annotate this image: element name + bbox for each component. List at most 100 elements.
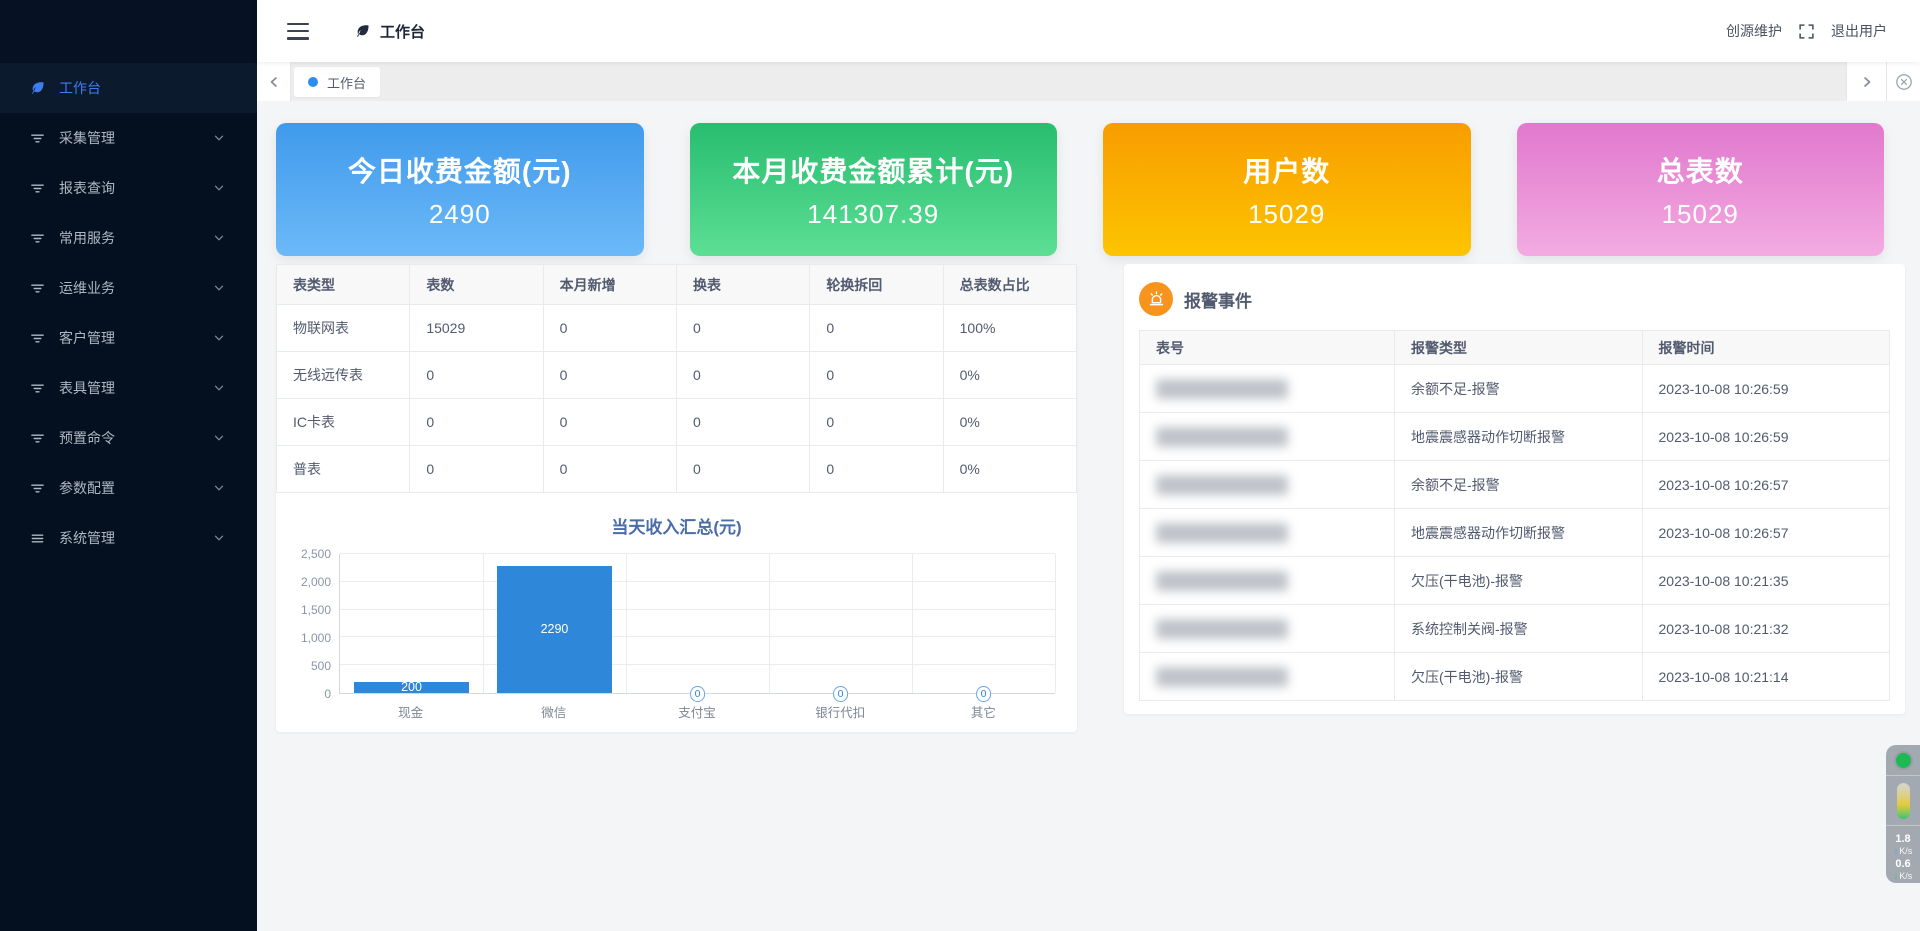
meter-column-header: 表数 (410, 265, 543, 305)
alarm-type-cell: 地震震感器动作切断报警 (1395, 509, 1643, 557)
topbar: 工作台 创源维护 退出用户 (257, 0, 1920, 62)
masked-meter-number (1156, 571, 1288, 591)
chart-bar: 200 (354, 682, 468, 693)
alarm-table-row: 余额不足-报警2023-10-08 10:26:57 (1140, 461, 1890, 509)
meter-cell: 0 (810, 352, 943, 399)
sidebar-item-1[interactable]: 采集管理 (0, 113, 257, 163)
maintainer-link[interactable]: 创源维护 (1726, 21, 1782, 41)
fullscreen-icon[interactable] (1798, 23, 1815, 40)
app-root: 工作台采集管理报表查询常用服务运维业务客户管理表具管理预置命令参数配置系统管理 … (0, 0, 1920, 931)
meter-table-row: 物联网表15029000100% (277, 305, 1077, 352)
meter-cell: IC卡表 (277, 399, 410, 446)
download-speed-value: 0.6 (1895, 857, 1910, 871)
alarm-time-cell: 2023-10-08 10:26:59 (1642, 365, 1890, 413)
alarm-events-panel: 报警事件 表号报警类型报警时间 余额不足-报警2023-10-08 10:26:… (1124, 264, 1905, 714)
alarm-type-cell: 欠压(干电池)-报警 (1395, 557, 1643, 605)
alarm-time-cell: 2023-10-08 10:26:57 (1642, 461, 1890, 509)
stat-card-title: 今日收费金额(元) (348, 150, 572, 190)
meter-cell: 普表 (277, 446, 410, 493)
sidebar-item-label: 参数配置 (59, 478, 115, 498)
tabbar: 工作台 (257, 62, 1920, 101)
main-area: 工作台 创源维护 退出用户 工作台 (257, 0, 1920, 931)
up-arrow-icon: ↑ (1894, 846, 1899, 857)
alarm-type-cell: 余额不足-报警 (1395, 365, 1643, 413)
gauge-pill-icon (1897, 783, 1910, 819)
tab-workbench[interactable]: 工作台 (294, 67, 380, 97)
download-speed-unit: ↓K/s (1894, 871, 1913, 882)
tabs-scroll-right-icon[interactable] (1846, 62, 1886, 101)
chart-bar: 2290 (497, 566, 611, 693)
sidebar-item-4[interactable]: 运维业务 (0, 263, 257, 313)
sidebar-item-3[interactable]: 常用服务 (0, 213, 257, 263)
sidebar-item-2[interactable]: 报表查询 (0, 163, 257, 213)
meter-cell: 0 (810, 399, 943, 446)
stat-card-value: 15029 (1248, 199, 1325, 230)
meter-column-header: 本月新增 (543, 265, 676, 305)
stat-card-0: 今日收费金额(元) 2490 (276, 123, 644, 256)
alarm-table-row: 地震震感器动作切断报警2023-10-08 10:26:57 (1140, 509, 1890, 557)
sidebar-item-7[interactable]: 预置命令 (0, 413, 257, 463)
meter-summary-panel: 表类型表数本月新增换表轮换拆回总表数占比 物联网表15029000100%无线远… (276, 264, 1077, 732)
tabs-scroll-left-icon[interactable] (257, 62, 291, 101)
filter-icon (30, 380, 46, 396)
chart-title: 当天收入汇总(元) (276, 513, 1077, 538)
net-gauge-section (1886, 775, 1920, 825)
chart-x-axis-labels: 现金微信支付宝银行代扣其它 (339, 702, 1055, 721)
net-speed-widget[interactable]: 1.8 ↑K/s 0.6 ↓K/s (1886, 745, 1920, 883)
sidebar-item-label: 报表查询 (59, 178, 115, 198)
sidebar-item-label: 客户管理 (59, 328, 115, 348)
sidebar-logo-area (0, 0, 257, 63)
tab-active-dot (308, 77, 318, 87)
sidebar: 工作台采集管理报表查询常用服务运维业务客户管理表具管理预置命令参数配置系统管理 (0, 0, 257, 931)
alarm-column-header: 报警时间 (1642, 331, 1890, 365)
meter-table-row: IC卡表00000% (277, 399, 1077, 446)
alarm-time-cell: 2023-10-08 10:26:59 (1642, 413, 1890, 461)
tabs-close-icon[interactable] (1886, 62, 1920, 101)
chart-bar-slot: 2290 (483, 554, 626, 693)
stat-card-1: 本月收费金额累计(元)141307.39 (690, 123, 1058, 256)
masked-meter-number (1156, 619, 1288, 639)
alarm-time-cell: 2023-10-08 10:26:57 (1642, 509, 1890, 557)
sidebar-item-8[interactable]: 参数配置 (0, 463, 257, 513)
tab-label: 工作台 (327, 73, 366, 92)
alarm-table-body: 余额不足-报警2023-10-08 10:26:59地震震感器动作切断报警202… (1140, 365, 1890, 701)
upload-speed-unit: ↑K/s (1894, 846, 1913, 857)
stat-card-value: 2490 (429, 199, 491, 230)
chart-y-tick-label: 2,500 (301, 547, 331, 561)
meter-cell: 0 (543, 352, 676, 399)
alarm-time-cell: 2023-10-08 10:21:32 (1642, 605, 1890, 653)
menu-collapse-icon[interactable] (287, 23, 309, 40)
alarm-table-row: 系统控制关阀-报警2023-10-08 10:21:32 (1140, 605, 1890, 653)
chart-gridline-v (1055, 554, 1056, 693)
page-title-group: 工作台 (355, 21, 425, 42)
chart-bar-slot: 0 (912, 554, 1055, 693)
chart-body: 2002290000 05001,0001,5002,0002,500 (339, 554, 1055, 694)
chart-x-tick-label: 现金 (339, 702, 482, 721)
meter-column-header: 表类型 (277, 265, 410, 305)
topbar-right: 创源维护 退出用户 (1726, 21, 1887, 41)
masked-meter-number (1156, 475, 1288, 495)
sidebar-item-0[interactable]: 工作台 (0, 63, 257, 113)
logout-link[interactable]: 退出用户 (1831, 21, 1887, 41)
meter-cell: 0% (943, 352, 1076, 399)
sidebar-item-6[interactable]: 表具管理 (0, 363, 257, 413)
status-dot-icon (1896, 753, 1911, 768)
sidebar-item-9[interactable]: 系统管理 (0, 513, 257, 563)
chart-x-tick-label: 支付宝 (625, 702, 768, 721)
sidebar-item-5[interactable]: 客户管理 (0, 313, 257, 363)
leaf-icon (30, 80, 46, 96)
masked-meter-number (1156, 667, 1288, 687)
chevron-down-icon (213, 532, 225, 544)
meter-cell: 0 (676, 352, 809, 399)
chart-y-tick-label: 1,000 (301, 631, 331, 645)
chevron-down-icon (213, 182, 225, 194)
meter-cell: 0 (676, 399, 809, 446)
chevron-down-icon (213, 232, 225, 244)
stat-card-2: 用户数15029 (1103, 123, 1471, 256)
chevron-down-icon (213, 432, 225, 444)
meter-cell: 物联网表 (277, 305, 410, 352)
alarm-table-row: 地震震感器动作切断报警2023-10-08 10:26:59 (1140, 413, 1890, 461)
alarm-table-header-row: 表号报警类型报警时间 (1140, 331, 1890, 365)
stat-card-3: 总表数15029 (1517, 123, 1885, 256)
sidebar-item-label: 运维业务 (59, 278, 115, 298)
